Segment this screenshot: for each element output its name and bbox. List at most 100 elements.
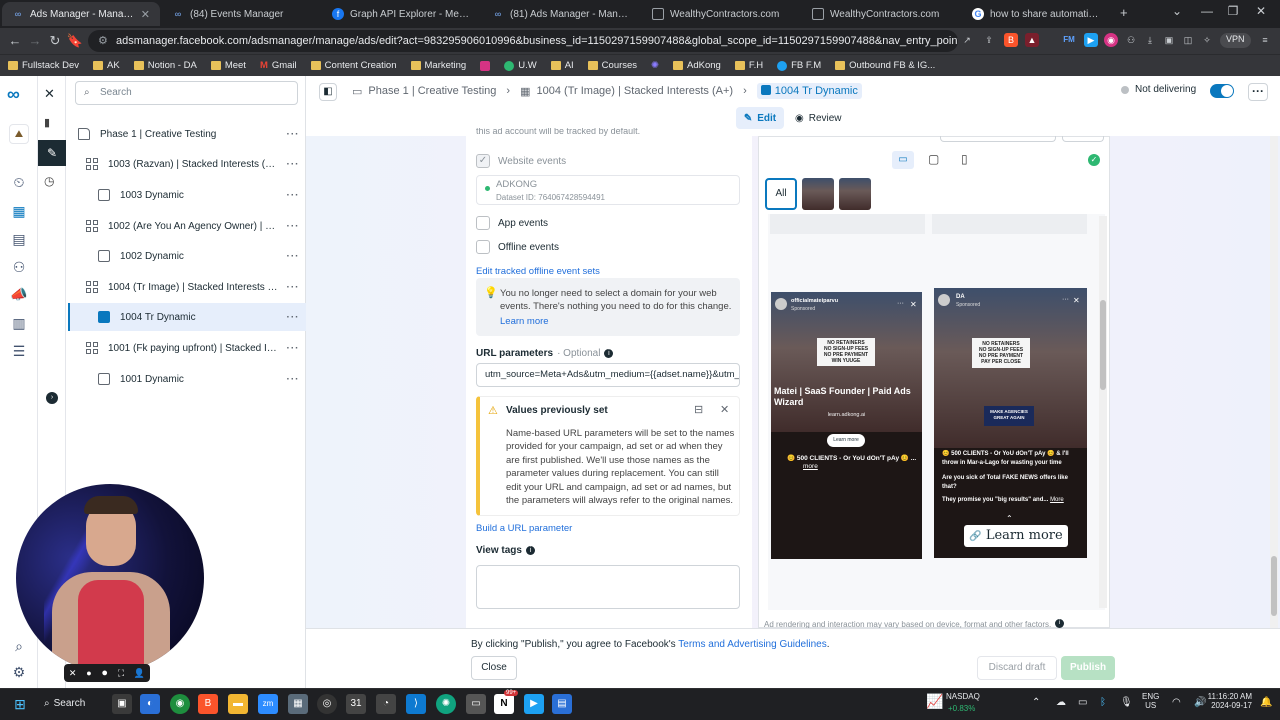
vpn-button[interactable]: VPN bbox=[1220, 33, 1251, 48]
chrome-icon[interactable]: ◉ bbox=[170, 694, 190, 714]
extensions-icon[interactable]: ⚇ bbox=[1124, 33, 1138, 47]
tree-item-adset[interactable]: 1003 (Razvan) | Stacked Interests (A+) ·… bbox=[68, 150, 306, 178]
browser-tab[interactable]: G how to share automations as a link bbox=[962, 2, 1112, 26]
bookmark-item[interactable]: Marketing bbox=[410, 60, 466, 71]
ad-more-link[interactable]: More bbox=[1050, 497, 1064, 503]
reports-icon[interactable]: ▤ bbox=[9, 229, 29, 249]
placement-thumbnail[interactable] bbox=[839, 178, 871, 210]
overview-icon[interactable]: ⏲ bbox=[9, 172, 29, 192]
calendar-icon[interactable]: 31 bbox=[346, 694, 366, 714]
tree-item-campaign[interactable]: Phase 1 | Creative Testing ··· bbox=[68, 120, 306, 148]
onedrive-icon[interactable]: ☁ bbox=[1056, 697, 1066, 708]
expand-icon[interactable]: › bbox=[46, 392, 58, 404]
extension-arrow-icon[interactable]: ▶ bbox=[1084, 33, 1098, 47]
scrollbar-thumb[interactable] bbox=[1100, 300, 1106, 390]
review-tab[interactable]: ◉ Review bbox=[795, 107, 842, 129]
chevron-up-icon[interactable]: ⌃ bbox=[1006, 514, 1013, 523]
chevron-up-icon[interactable]: ⌃ bbox=[1032, 697, 1040, 708]
placement-thumbnail[interactable] bbox=[802, 178, 834, 210]
notifications-icon[interactable]: 🔔 bbox=[1260, 697, 1272, 708]
more-options-icon[interactable]: ··· bbox=[280, 159, 306, 170]
browser-tab[interactable]: ∞ (81) Ads Manager - Manage ads - C bbox=[482, 2, 640, 26]
info-icon[interactable]: i bbox=[604, 349, 614, 358]
browser-tab[interactable]: WealthyContractors.com bbox=[802, 2, 960, 26]
battery-icon[interactable]: ▭ bbox=[1078, 697, 1087, 708]
copilot-icon[interactable]: ◐ bbox=[140, 694, 160, 714]
breadcrumb-ad[interactable]: 1004 Tr Dynamic bbox=[756, 83, 862, 99]
preview-button-edge[interactable] bbox=[1062, 136, 1104, 142]
terms-link[interactable]: Terms and Advertising Guidelines bbox=[678, 639, 826, 650]
breadcrumb-campaign[interactable]: Phase 1 | Creative Testing bbox=[368, 85, 496, 97]
extension-fm-icon[interactable]: FM bbox=[1062, 33, 1076, 47]
ad-more-link[interactable]: more bbox=[803, 463, 818, 470]
settings-icon[interactable]: ⚙ bbox=[9, 662, 29, 682]
chart-icon[interactable]: ▮ bbox=[44, 116, 50, 129]
bookmark-icon[interactable]: 🔖 bbox=[66, 32, 84, 50]
more-options-icon[interactable]: ··· bbox=[280, 282, 306, 293]
notepad-icon[interactable]: ▤ bbox=[552, 694, 572, 714]
bookmark-item[interactable]: FB F.M bbox=[777, 60, 821, 71]
zoom-icon[interactable]: zm bbox=[258, 694, 278, 714]
desktop-view-icon[interactable]: ▭ bbox=[892, 151, 914, 169]
bluetooth-icon[interactable]: ᛒ bbox=[1100, 697, 1106, 708]
bookmark-item[interactable]: M Gmail bbox=[260, 60, 297, 71]
account-avatar[interactable]: ⛰ bbox=[9, 124, 29, 144]
offline-events-row[interactable]: Offline events bbox=[476, 240, 559, 254]
bookmark-item[interactable]: Content Creation bbox=[310, 60, 397, 71]
breadcrumb-adset[interactable]: 1004 (Tr Image) | Stacked Interests (A+) bbox=[537, 85, 734, 97]
campaigns-table-icon[interactable]: ▦ bbox=[9, 201, 29, 221]
app-events-checkbox[interactable] bbox=[476, 216, 490, 230]
more-options-icon[interactable]: ··· bbox=[897, 300, 904, 307]
browser-tab[interactable]: ∞ Ads Manager - Manage ads - A ✕ bbox=[2, 2, 160, 26]
close-icon[interactable]: ✕ bbox=[141, 8, 150, 21]
menu-icon[interactable]: ≡ bbox=[1258, 33, 1272, 47]
bookmark-item[interactable]: Notion - DA bbox=[133, 60, 197, 71]
website-events-checkbox[interactable]: ✓ bbox=[476, 154, 490, 168]
publish-button[interactable]: Publish bbox=[1061, 656, 1115, 680]
close-icon[interactable]: ✕ bbox=[69, 668, 77, 679]
view-tags-input[interactable] bbox=[476, 565, 740, 609]
person-icon[interactable]: 👤 bbox=[134, 668, 145, 679]
filter-all-button[interactable]: All bbox=[765, 178, 797, 210]
close-icon[interactable]: ✕ bbox=[720, 403, 729, 416]
calculator-icon[interactable]: ▦ bbox=[288, 694, 308, 714]
clock[interactable]: 11:16:20 AM 2024-09-17 bbox=[1204, 692, 1252, 710]
sidebar-icon[interactable]: ◫ bbox=[1181, 33, 1195, 47]
ad-preview-card[interactable]: officialmateiparvu Sponsored ··· ✕ NO RE… bbox=[771, 292, 922, 559]
more-options-icon[interactable]: ··· bbox=[280, 129, 306, 140]
leo-icon[interactable]: ✧ bbox=[1200, 33, 1214, 47]
screenshot-icon[interactable]: ▣ bbox=[1162, 33, 1176, 47]
toggle-panel-icon[interactable]: ◧ bbox=[319, 83, 337, 101]
chatgpt-icon[interactable]: ✺ bbox=[436, 694, 456, 714]
bookmark-item[interactable]: AdKong bbox=[673, 60, 721, 71]
tree-item-ad[interactable]: 1001 Dynamic ··· bbox=[68, 365, 306, 393]
ad-preview-card[interactable]: DA Sponsored ··· ✕ NO RETAINERS NO SIGN-… bbox=[934, 288, 1087, 558]
language-indicator[interactable]: ENG US bbox=[1142, 692, 1159, 710]
edit-offline-events-link[interactable]: Edit tracked offline event sets bbox=[476, 266, 600, 277]
more-options-icon[interactable]: ··· bbox=[280, 343, 306, 354]
more-options-icon[interactable]: ··· bbox=[280, 221, 306, 232]
bookmark-item[interactable]: AK bbox=[93, 60, 120, 71]
meta-logo-icon[interactable]: ∞ bbox=[7, 84, 20, 105]
extension-circle-icon[interactable]: ◉ bbox=[1104, 33, 1118, 47]
new-tab-button[interactable]: + bbox=[1120, 5, 1128, 20]
edit-tab[interactable]: ✎ Edit bbox=[736, 107, 784, 129]
share-icon[interactable]: ⇪ bbox=[982, 33, 996, 47]
browser-tab[interactable]: f Graph API Explorer - Meta for Deve bbox=[322, 2, 480, 26]
tablet-view-icon[interactable]: ▢ bbox=[928, 152, 939, 166]
bookmark-item[interactable]: Courses bbox=[587, 60, 637, 71]
file-explorer-icon[interactable]: ▬ bbox=[228, 694, 248, 714]
build-url-parameter-link[interactable]: Build a URL parameter bbox=[476, 523, 572, 534]
tree-search-input[interactable]: ⌕ Search bbox=[75, 81, 298, 105]
minimize-icon[interactable]: — bbox=[1196, 4, 1218, 18]
url-params-input[interactable]: utm_source=Meta+Ads&utm_medium={{adset.n… bbox=[476, 363, 740, 387]
app-events-row[interactable]: App events bbox=[476, 216, 548, 230]
more-options-icon[interactable]: ··· bbox=[1062, 296, 1069, 303]
preview-scrollbar[interactable] bbox=[1099, 216, 1107, 608]
discard-draft-button[interactable]: Discard draft bbox=[977, 656, 1057, 680]
bookmark-item[interactable]: ✺ bbox=[651, 60, 659, 71]
download-icon[interactable]: ⤓ bbox=[1143, 33, 1157, 47]
send-icon[interactable]: ▶ bbox=[524, 694, 544, 714]
maximize-icon[interactable]: ❐ bbox=[1222, 4, 1244, 18]
tree-item-ad[interactable]: 1003 Dynamic ··· bbox=[68, 181, 306, 209]
